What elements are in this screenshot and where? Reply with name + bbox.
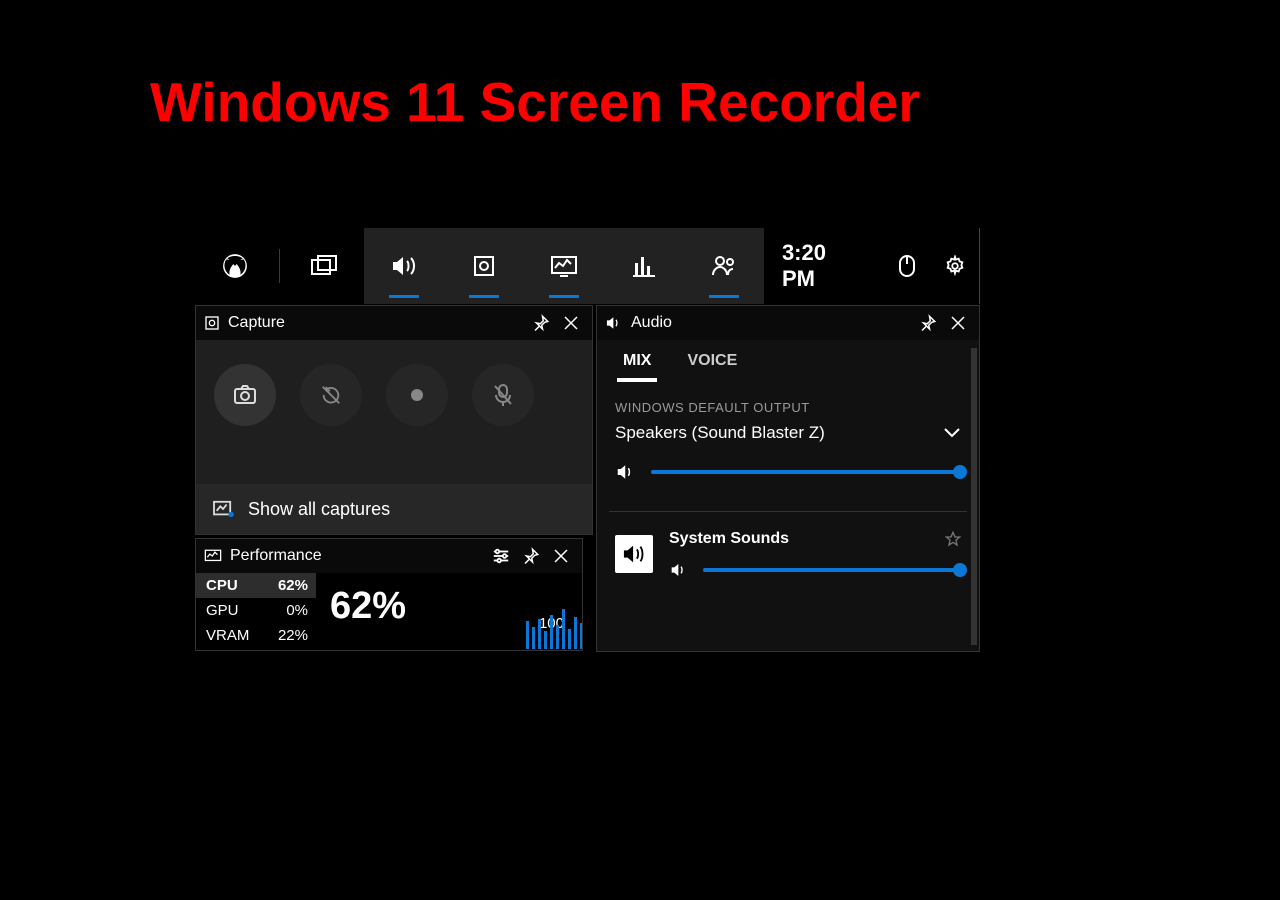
capture-title: Capture bbox=[228, 314, 285, 332]
close-icon[interactable] bbox=[548, 543, 574, 569]
pin-icon[interactable] bbox=[915, 310, 941, 336]
volume-icon[interactable] bbox=[615, 463, 637, 481]
performance-title: Performance bbox=[230, 547, 322, 565]
screenshot-button[interactable] bbox=[214, 364, 276, 426]
output-device-dropdown[interactable]: Speakers (Sound Blaster Z) bbox=[597, 423, 979, 443]
capture-panel: Capture Show all captures bbox=[195, 305, 593, 535]
capture-head-icon bbox=[204, 315, 220, 331]
record-button[interactable] bbox=[386, 364, 448, 426]
mouse-icon[interactable] bbox=[883, 228, 931, 304]
perf-row-vram[interactable]: VRAM22% bbox=[196, 623, 316, 648]
perf-row-cpu[interactable]: CPU62% bbox=[196, 573, 316, 598]
show-all-label: Show all captures bbox=[248, 499, 390, 520]
close-icon[interactable] bbox=[945, 310, 971, 336]
audio-panel: Audio MIX VOICE WINDOWS DEFAULT OUTPUT S… bbox=[596, 305, 980, 652]
output-device-name: Speakers (Sound Blaster Z) bbox=[615, 423, 825, 443]
clock: 3:20 PM bbox=[764, 240, 883, 292]
audio-head-icon bbox=[605, 315, 623, 331]
system-sounds-slider[interactable] bbox=[703, 568, 961, 572]
tab-mix[interactable]: MIX bbox=[623, 352, 651, 382]
record-last-button[interactable] bbox=[300, 364, 362, 426]
close-icon[interactable] bbox=[558, 310, 584, 336]
gamebar-toolbar: 3:20 PM bbox=[195, 228, 980, 304]
perf-row-gpu[interactable]: GPU0% bbox=[196, 598, 316, 623]
system-sounds-icon bbox=[615, 535, 653, 573]
divider bbox=[279, 249, 280, 283]
performance-head-icon bbox=[204, 549, 222, 563]
performance-panel: Performance CPU62% GPU0% VRAM22% 62% 100 bbox=[195, 538, 583, 651]
system-sounds-label: System Sounds bbox=[669, 530, 789, 548]
microphone-button[interactable] bbox=[472, 364, 534, 426]
toolbar-capture-icon[interactable] bbox=[444, 228, 524, 304]
chevron-down-icon bbox=[943, 427, 961, 439]
pin-icon[interactable] bbox=[528, 310, 554, 336]
audio-title: Audio bbox=[631, 314, 672, 332]
output-section-label: WINDOWS DEFAULT OUTPUT bbox=[597, 382, 979, 423]
toolbar-social-icon[interactable] bbox=[684, 228, 764, 304]
toolbar-performance-icon[interactable] bbox=[524, 228, 604, 304]
xbox-icon[interactable] bbox=[195, 228, 275, 304]
toolbar-resources-icon[interactable] bbox=[604, 228, 684, 304]
volume-icon[interactable] bbox=[669, 562, 689, 578]
settings-icon[interactable] bbox=[931, 228, 979, 304]
show-all-captures[interactable]: Show all captures bbox=[196, 484, 592, 534]
perf-big-number: 62% bbox=[330, 585, 406, 651]
perf-graph bbox=[526, 609, 582, 649]
page-title: Windows 11 Screen Recorder bbox=[150, 70, 920, 134]
scrollbar[interactable] bbox=[971, 348, 977, 645]
pin-icon[interactable] bbox=[518, 543, 544, 569]
perf-options-icon[interactable] bbox=[488, 543, 514, 569]
toolbar-audio-icon[interactable] bbox=[364, 228, 444, 304]
master-volume-slider[interactable] bbox=[651, 470, 961, 474]
tab-voice[interactable]: VOICE bbox=[687, 352, 737, 382]
favorite-star-icon[interactable] bbox=[945, 531, 961, 547]
widgets-icon[interactable] bbox=[284, 228, 364, 304]
